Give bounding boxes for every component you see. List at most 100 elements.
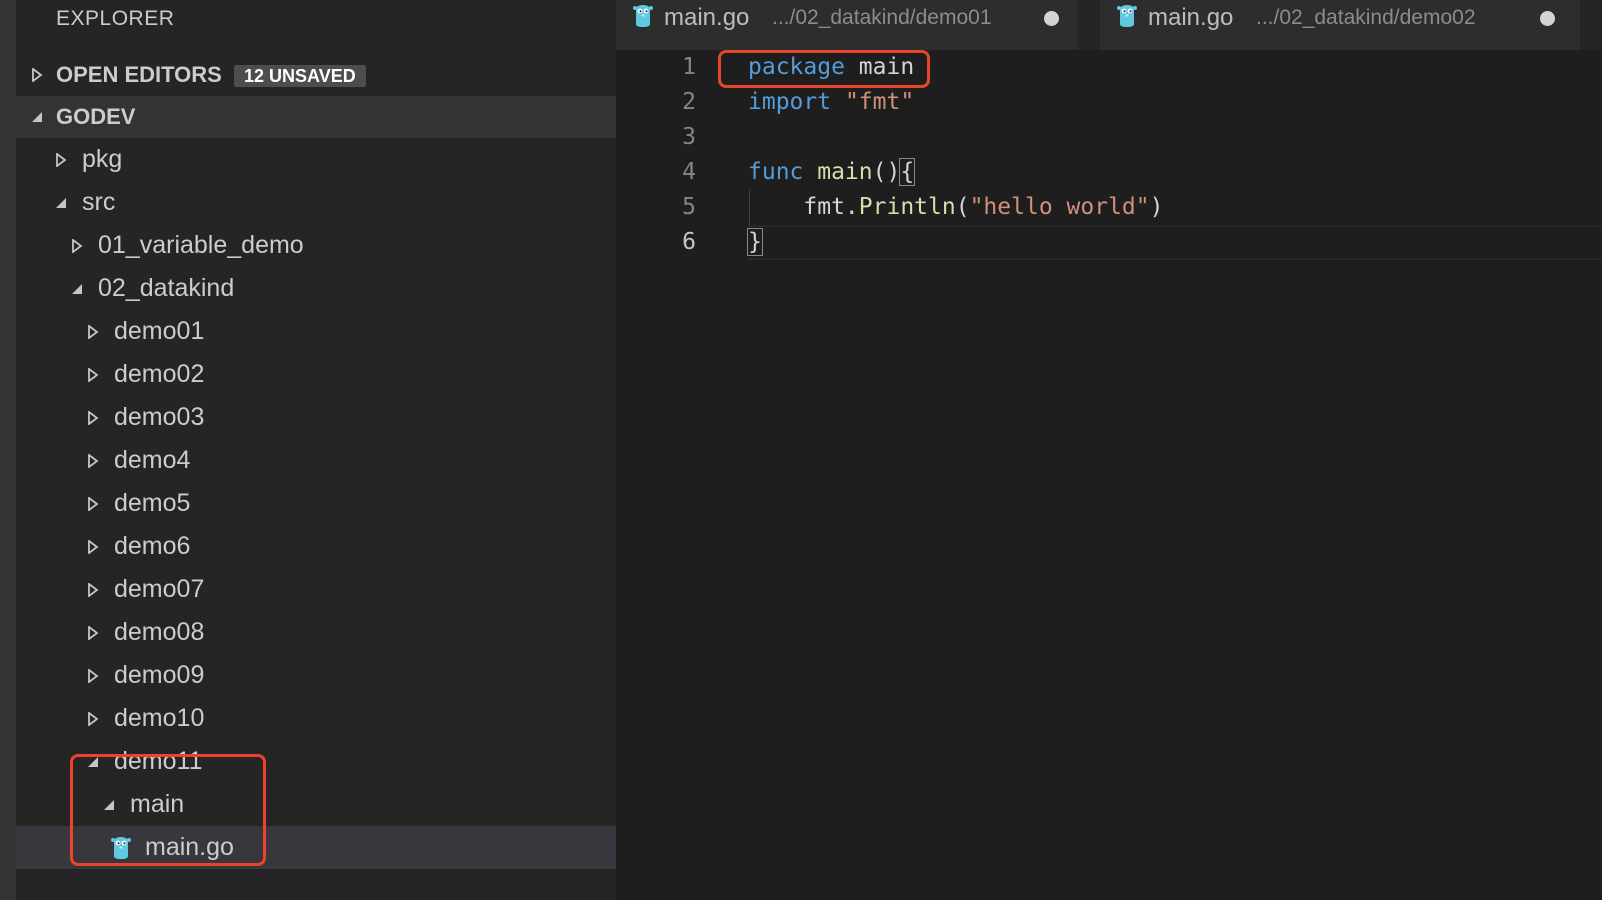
tab-title: main.go	[1148, 4, 1234, 31]
tree-item-main-folder[interactable]: main	[16, 783, 616, 826]
code-token-string: "fmt"	[831, 89, 915, 115]
code-token-punctuation: ()	[872, 159, 901, 185]
tree-item-demo4[interactable]: demo4	[16, 439, 616, 482]
chevron-right-icon	[86, 325, 100, 339]
code-line-6[interactable]: }	[747, 225, 763, 260]
tree-item-02-datakind[interactable]: 02_datakind	[16, 267, 616, 310]
line-number: 4	[682, 159, 696, 185]
chevron-down-icon[interactable]	[30, 110, 44, 124]
tree-item-label: demo07	[114, 575, 205, 603]
tree-item-demo03[interactable]: demo03	[16, 396, 616, 439]
tree-item-label: pkg	[82, 145, 123, 173]
activity-bar	[0, 0, 16, 900]
tree-item-label: demo08	[114, 618, 205, 646]
workspace-label: GODEV	[56, 104, 136, 129]
code-token-function: main	[803, 159, 873, 185]
line-number-active: 6	[682, 229, 696, 255]
tree-item-label: demo02	[114, 360, 205, 388]
code-token-brace: }	[747, 228, 763, 256]
chevron-right-icon[interactable]	[30, 68, 44, 82]
chevron-right-icon	[86, 583, 100, 597]
tree-item-label: main	[130, 790, 185, 818]
tab-title: main.go	[664, 4, 750, 31]
line-number: 1	[682, 54, 696, 80]
code-token-string: "hello world"	[969, 194, 1150, 220]
chevron-down-icon	[54, 196, 68, 210]
gopher-icon	[1116, 4, 1138, 28]
tree-item-label: demo03	[114, 403, 205, 431]
chevron-right-icon	[86, 540, 100, 554]
explorer-title: EXPLORER	[56, 7, 175, 30]
tree-item-01-variable-demo[interactable]: 01_variable_demo	[16, 224, 616, 267]
tree-item-demo10[interactable]: demo10	[16, 697, 616, 740]
workspace-section-godev[interactable]: GODEV	[16, 96, 616, 138]
chevron-down-icon	[70, 282, 84, 296]
chevron-right-icon	[86, 626, 100, 640]
chevron-down-icon	[102, 798, 116, 812]
tree-item-label: demo11	[114, 747, 203, 775]
tree-item-pkg[interactable]: pkg	[16, 138, 616, 181]
unsaved-dot-icon[interactable]	[1540, 11, 1555, 26]
tree-item-src[interactable]: src	[16, 181, 616, 224]
code-token-identifier: main	[844, 54, 915, 80]
tree-item-label: demo10	[114, 704, 205, 732]
chevron-right-icon	[54, 153, 68, 167]
open-editors-label: OPEN EDITORS	[56, 62, 222, 87]
code-line-5[interactable]: fmt.Println("hello world")	[748, 190, 1163, 225]
tree-item-label: demo4	[114, 446, 191, 474]
tree-item-label: main.go	[145, 833, 234, 861]
code-token-keyword: import	[748, 89, 832, 115]
vscode-window: EXPLORER OPEN EDITORS 12 UNSAVED GODEV p…	[0, 0, 1602, 900]
tab-main-go-demo02[interactable]: main.go .../02_datakind/demo02	[1100, 0, 1580, 50]
tree-item-label: 01_variable_demo	[98, 231, 304, 259]
chevron-right-icon	[86, 411, 100, 425]
chevron-right-icon	[86, 497, 100, 511]
tree-item-demo08[interactable]: demo08	[16, 611, 616, 654]
chevron-right-icon	[70, 239, 84, 253]
code-line-1[interactable]: package main	[748, 50, 914, 85]
tree-item-demo11[interactable]: demo11	[16, 740, 616, 783]
unsaved-dot-icon[interactable]	[1044, 11, 1059, 26]
editor-tab-bar: main.go .../02_datakind/demo01 main.go .…	[616, 0, 1602, 50]
tree-item-label: demo01	[114, 317, 205, 345]
gopher-icon	[110, 836, 132, 860]
tree-item-label: 02_datakind	[98, 274, 235, 302]
gopher-icon	[632, 4, 654, 28]
unsaved-badge: 12 UNSAVED	[234, 65, 366, 87]
code-editor[interactable]: 1 2 3 4 5 6 package main import "fmt" fu…	[616, 50, 1602, 900]
chevron-right-icon	[86, 712, 100, 726]
chevron-right-icon	[86, 454, 100, 468]
tab-main-go-demo01[interactable]: main.go .../02_datakind/demo01	[616, 0, 1078, 50]
open-editors-section[interactable]: OPEN EDITORS 12 UNSAVED	[16, 54, 616, 96]
code-token-keyword: package	[748, 54, 845, 80]
tree-item-label: demo09	[114, 661, 205, 689]
code-token-punctuation: (	[955, 194, 970, 220]
line-number: 3	[682, 124, 696, 150]
code-token-identifier: fmt.	[803, 194, 859, 220]
line-number: 2	[682, 89, 696, 115]
tree-item-label: demo6	[114, 532, 191, 560]
tree-item-demo01[interactable]: demo01	[16, 310, 616, 353]
code-token-keyword: func	[748, 159, 804, 185]
code-token-punctuation: )	[1149, 194, 1164, 220]
tree-item-demo5[interactable]: demo5	[16, 482, 616, 525]
line-number: 5	[682, 194, 696, 220]
code-token-brace: {	[899, 158, 916, 186]
tab-path: .../02_datakind/demo02	[1256, 6, 1476, 29]
code-token-indent	[748, 194, 803, 220]
code-token-function: Println	[858, 194, 956, 220]
tree-item-label: src	[82, 188, 116, 216]
explorer-sidebar: EXPLORER OPEN EDITORS 12 UNSAVED GODEV p…	[16, 0, 616, 900]
chevron-right-icon	[86, 368, 100, 382]
tree-item-demo09[interactable]: demo09	[16, 654, 616, 697]
code-line-2[interactable]: import "fmt"	[748, 85, 914, 120]
tree-item-demo6[interactable]: demo6	[16, 525, 616, 568]
tree-item-label: demo5	[114, 489, 191, 517]
tree-item-demo02[interactable]: demo02	[16, 353, 616, 396]
chevron-down-icon	[86, 755, 100, 769]
chevron-right-icon	[86, 669, 100, 683]
code-line-4[interactable]: func main(){	[748, 155, 916, 190]
tab-path: .../02_datakind/demo01	[772, 6, 992, 29]
tree-item-main-go[interactable]: main.go	[16, 826, 616, 869]
tree-item-demo07[interactable]: demo07	[16, 568, 616, 611]
